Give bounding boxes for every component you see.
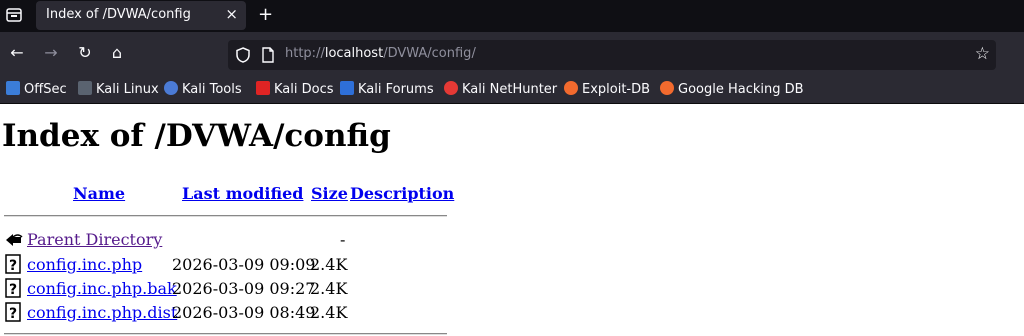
header-divider xyxy=(4,215,447,217)
tab-active[interactable]: Index of /DVWA/config × xyxy=(36,1,246,30)
exploit-db-icon xyxy=(564,81,578,95)
tab-close-icon[interactable]: × xyxy=(225,5,238,23)
bookmark-google-hacking-db[interactable]: Google Hacking DB xyxy=(660,81,804,99)
table-row: ? config.inc.php 2026-03-09 09:09 2.4K xyxy=(4,253,454,275)
svg-text:?: ? xyxy=(9,306,17,322)
bookmark-label: Kali Tools xyxy=(182,82,242,97)
column-header-description[interactable]: Description xyxy=(350,184,454,203)
bookmark-label: Exploit-DB xyxy=(582,82,651,97)
table-row: ? config.inc.php.dist 2026-03-09 08:49 2… xyxy=(4,301,454,323)
bookmark-kali-forums[interactable]: Kali Forums xyxy=(340,81,434,99)
unknown-file-icon: ? xyxy=(4,301,24,323)
back-folder-icon xyxy=(4,228,24,250)
footer-divider xyxy=(4,333,447,335)
url-protocol: http:// xyxy=(285,46,325,61)
kali-tools-icon xyxy=(164,81,178,95)
new-tab-icon[interactable]: + xyxy=(258,4,273,25)
bookmark-label: Kali Forums xyxy=(358,82,434,97)
bookmark-exploit-db[interactable]: Exploit-DB xyxy=(564,81,650,99)
home-icon[interactable]: ⌂ xyxy=(106,42,128,64)
bookmark-star-icon[interactable]: ☆ xyxy=(975,44,990,64)
bookmark-kali-docs[interactable]: Kali Docs xyxy=(256,81,334,99)
tab-overview-icon[interactable] xyxy=(4,5,24,25)
bookmark-label: Kali Docs xyxy=(274,82,334,97)
bookmark-label: Kali Linux xyxy=(96,82,159,97)
tab-title: Index of /DVWA/config xyxy=(46,7,191,22)
bookmark-kali-tools[interactable]: Kali Tools xyxy=(164,81,242,99)
column-header-name[interactable]: Name xyxy=(73,184,125,203)
table-row: Parent Directory - xyxy=(4,228,454,250)
row-date: 2026-03-09 09:27 xyxy=(172,279,316,298)
row-size: - xyxy=(340,230,346,249)
reload-icon[interactable]: ↻ xyxy=(74,42,96,64)
bookmark-label: Kali NetHunter xyxy=(462,82,558,97)
row-size: 2.4K xyxy=(310,303,348,322)
table-row: ? config.inc.php.bak 2026-03-09 09:27 2.… xyxy=(4,277,454,299)
row-date: 2026-03-09 09:09 xyxy=(172,255,316,274)
bookmark-kali-nethunter[interactable]: Kali NetHunter xyxy=(444,81,557,99)
nav-bar: ← → ↻ ⌂ http://localhost/DVWA/config/ ☆ xyxy=(0,32,1024,77)
forward-icon[interactable]: → xyxy=(40,42,62,64)
url-host: localhost xyxy=(324,46,384,61)
shield-icon[interactable] xyxy=(234,46,252,64)
file-link[interactable]: config.inc.php.dist xyxy=(27,303,177,322)
url-path: /DVWA/config/ xyxy=(383,46,476,61)
file-link[interactable]: config.inc.php xyxy=(27,255,142,274)
bookmark-label: OffSec xyxy=(24,82,67,97)
page-content: Index of /DVWA/config Name Last modified… xyxy=(0,104,1024,336)
bookmarks-toolbar: OffSec Kali Linux Kali Tools Kali Docs K… xyxy=(0,77,1024,104)
bookmark-label: Google Hacking DB xyxy=(678,82,804,97)
url-text[interactable]: http://localhost/DVWA/config/ xyxy=(285,46,476,61)
row-date: 2026-03-09 08:49 xyxy=(172,303,316,322)
column-header-size[interactable]: Size xyxy=(311,184,348,203)
url-bar[interactable]: http://localhost/DVWA/config/ ☆ xyxy=(228,40,996,70)
bookmark-offsec[interactable]: OffSec xyxy=(6,81,67,99)
svg-text:?: ? xyxy=(9,282,17,298)
column-header-last-modified[interactable]: Last modified xyxy=(182,184,303,203)
tab-bar: Index of /DVWA/config × + xyxy=(0,0,1024,32)
row-size: 2.4K xyxy=(310,255,348,274)
parent-directory-link[interactable]: Parent Directory xyxy=(27,230,162,249)
page-info-icon[interactable] xyxy=(260,46,276,64)
offsec-icon xyxy=(6,81,20,95)
page-title: Index of /DVWA/config xyxy=(2,118,391,154)
back-icon[interactable]: ← xyxy=(6,42,28,64)
ghdb-icon xyxy=(660,81,674,95)
kali-dragon-icon xyxy=(78,81,92,95)
unknown-file-icon: ? xyxy=(4,253,24,275)
file-link[interactable]: config.inc.php.bak xyxy=(27,279,177,298)
unknown-file-icon: ? xyxy=(4,277,24,299)
kali-docs-icon xyxy=(256,81,270,95)
svg-text:?: ? xyxy=(9,258,17,274)
nethunter-icon xyxy=(444,81,458,95)
bookmark-kali-linux[interactable]: Kali Linux xyxy=(78,81,159,99)
kali-forums-icon xyxy=(340,81,354,95)
row-size: 2.4K xyxy=(310,279,348,298)
